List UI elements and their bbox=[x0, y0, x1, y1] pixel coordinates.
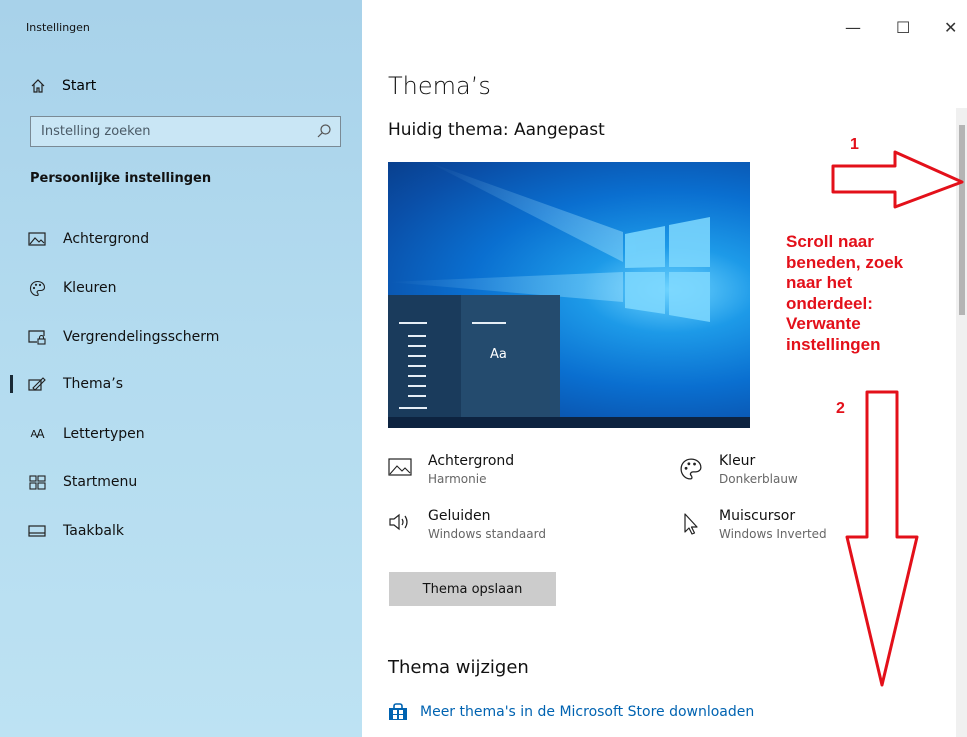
annotation-number-1: 1 bbox=[850, 136, 859, 153]
arrow-down-annotation bbox=[845, 390, 919, 687]
annotation-arrows bbox=[831, 150, 964, 687]
annotation-number-2: 2 bbox=[836, 400, 845, 417]
annotation-text: Scroll naar beneden, zoek naar het onder… bbox=[786, 232, 904, 354]
arrow-right-annotation bbox=[831, 150, 964, 209]
